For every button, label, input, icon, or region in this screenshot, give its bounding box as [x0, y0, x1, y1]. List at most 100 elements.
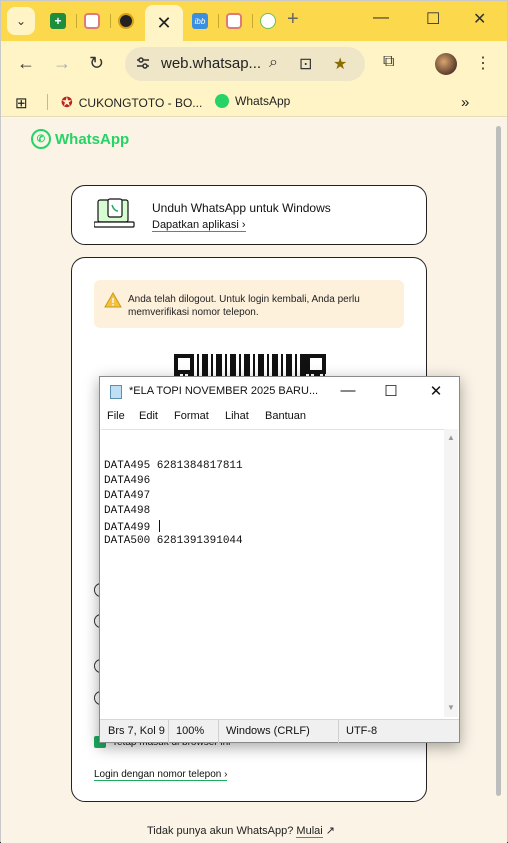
notepad-maximize-icon[interactable]: ☐ [381, 382, 401, 400]
status-divider [338, 720, 339, 743]
star-badge-icon: ✪ [61, 94, 73, 110]
sheets-icon: + [50, 13, 66, 29]
menu-edit[interactable]: Edit [139, 410, 158, 422]
forward-icon[interactable]: → [53, 53, 71, 74]
whatsapp-web-icon [260, 13, 276, 29]
notepad-scrollbar[interactable]: ▲ ▼ [444, 429, 458, 717]
bookmark-whatsapp[interactable]: WhatsApp [215, 94, 290, 108]
scroll-down-icon[interactable]: ▼ [447, 703, 455, 712]
text-line: DATA500 6281391391044 [104, 535, 243, 547]
scroll-up-icon[interactable]: ▲ [447, 433, 455, 442]
qr-corner [174, 354, 194, 374]
tab-site-2[interactable] [109, 7, 143, 35]
bookmark-cukongtoto[interactable]: ✪ CUKONGTOTO - BO... [61, 94, 202, 111]
more-bookmarks-button[interactable]: » [461, 94, 469, 111]
cursor-position: Brs 7, Kol 9 [108, 725, 165, 737]
text-line-content: DATA499 [104, 522, 157, 534]
notepad-titlebar[interactable]: *ELA TOPI NOVEMBER 2025 BARU... — ☐ ✕ [100, 377, 459, 407]
menu-file[interactable]: File [107, 410, 125, 422]
external-link-icon: ↗ [325, 825, 335, 837]
chevron-right-icon: › [241, 219, 246, 231]
chevron-right-icon: › [224, 769, 228, 780]
text-line: DATA497 [104, 490, 151, 502]
status-divider [168, 720, 169, 743]
text-line: DATA499 [104, 520, 160, 534]
get-app-link[interactable]: Dapatkan aplikasi › [152, 219, 246, 232]
zoom-icon[interactable]: ⌕ [269, 54, 278, 72]
profile-avatar[interactable] [435, 53, 457, 75]
notepad-menubar: File Edit Format Lihat Bantuan [100, 407, 459, 429]
reload-icon[interactable]: ↻ [89, 53, 104, 74]
apps-grid-icon[interactable]: ⊞ [15, 94, 28, 112]
tab-whatsapp-active[interactable]: ✕ [145, 5, 183, 41]
menu-icon[interactable]: ⋮ [475, 53, 491, 73]
qr-corner [306, 354, 326, 374]
line-ending: Windows (CRLF) [226, 725, 310, 737]
tab-sheets[interactable]: + [41, 7, 75, 35]
tab-site-1[interactable] [75, 7, 109, 35]
address-bar[interactable]: web.whatsap... ⌕ ⊡ ★ [125, 47, 365, 81]
page-scrollbar[interactable] [495, 118, 503, 808]
status-divider [218, 720, 219, 743]
notepad-icon [110, 385, 122, 399]
notepad-close-icon[interactable]: ✕ [426, 382, 446, 400]
get-app-link-text: Dapatkan aplikasi [152, 219, 239, 231]
tab-search-button[interactable]: ⌄ [7, 7, 35, 35]
url-text: web.whatsap... [161, 55, 262, 72]
warning-icon [104, 292, 122, 308]
whatsapp-logo[interactable]: ✆ WhatsApp [31, 129, 129, 149]
site-settings-icon[interactable] [135, 55, 151, 71]
notepad-statusbar: Brs 7, Kol 9 100% Windows (CRLF) UTF-8 [100, 719, 459, 743]
login-phone-link[interactable]: Login dengan nomor telepon › [94, 769, 228, 781]
close-tab-icon[interactable]: ✕ [156, 13, 171, 34]
menu-view[interactable]: Lihat [225, 410, 249, 422]
ibb-icon: ibb [192, 13, 208, 29]
text-line: DATA495 6281384817811 [104, 460, 243, 472]
maximize-icon[interactable]: ☐ [426, 9, 440, 29]
bookmark-star-icon[interactable]: ★ [333, 54, 347, 74]
notepad-window: *ELA TOPI NOVEMBER 2025 BARU... — ☐ ✕ Fi… [99, 376, 460, 743]
text-line: DATA498 [104, 505, 151, 517]
extensions-icon[interactable]: ⧉ [383, 53, 394, 71]
install-app-icon[interactable]: ⊡ [299, 54, 312, 74]
emblem-icon [118, 13, 134, 29]
bookmark-label: WhatsApp [235, 94, 291, 108]
whatsapp-logo-icon: ✆ [31, 129, 51, 149]
logout-warning: Anda telah dilogout. Untuk login kembali… [94, 280, 404, 328]
login-phone-text: Login dengan nomor telepon [94, 769, 222, 780]
zoom-level: 100% [176, 725, 205, 737]
site-icon [84, 13, 100, 29]
bookmarks-separator [47, 94, 48, 110]
footer-question: Tidak punya akun WhatsApp? [147, 825, 294, 837]
browser-toolbar: ← → ↻ web.whatsap... ⌕ ⊡ ★ ⧉ ⋮ [1, 41, 507, 87]
new-tab-button[interactable]: + [287, 8, 299, 31]
bookmarks-bar: ⊞ ✪ CUKONGTOTO - BO... WhatsApp » [1, 87, 507, 117]
qr-code [174, 354, 326, 378]
text-line: DATA496 [104, 475, 151, 487]
notepad-text-area[interactable]: DATA495 6281384817811 DATA496 DATA497 DA… [101, 429, 444, 717]
warning-text: Anda telah dilogout. Untuk login kembali… [128, 294, 360, 318]
download-card[interactable]: Unduh WhatsApp untuk Windows Dapatkan ap… [71, 185, 427, 245]
menu-help[interactable]: Bantuan [265, 410, 306, 422]
whatsapp-icon [215, 94, 229, 108]
tab-whatsapp-web[interactable] [251, 7, 285, 35]
laptop-phone-icon [94, 198, 135, 228]
menu-format[interactable]: Format [174, 410, 209, 422]
notepad-title: *ELA TOPI NOVEMBER 2025 BARU... [129, 385, 319, 397]
page-scrollbar-thumb[interactable] [496, 126, 501, 796]
minimize-icon[interactable]: — [373, 9, 389, 27]
bookmark-label: CUKONGTOTO - BO... [78, 95, 203, 110]
back-icon[interactable]: ← [17, 53, 35, 74]
signup-footer: Tidak punya akun WhatsApp? Mulai ↗ [147, 824, 335, 838]
text-caret [158, 520, 160, 532]
encoding: UTF-8 [346, 725, 378, 737]
download-title: Unduh WhatsApp untuk Windows [152, 201, 331, 215]
tab-site-3[interactable] [217, 7, 251, 35]
tab-strip: ⌄ + ✕ ibb + — ☐ ✕ [1, 1, 507, 41]
site-icon [226, 13, 242, 29]
tab-ibb[interactable]: ibb [183, 7, 217, 35]
close-window-icon[interactable]: ✕ [473, 9, 486, 29]
notepad-minimize-icon[interactable]: — [338, 382, 358, 399]
whatsapp-logo-text: WhatsApp [55, 130, 130, 148]
start-link[interactable]: Mulai [296, 825, 323, 838]
